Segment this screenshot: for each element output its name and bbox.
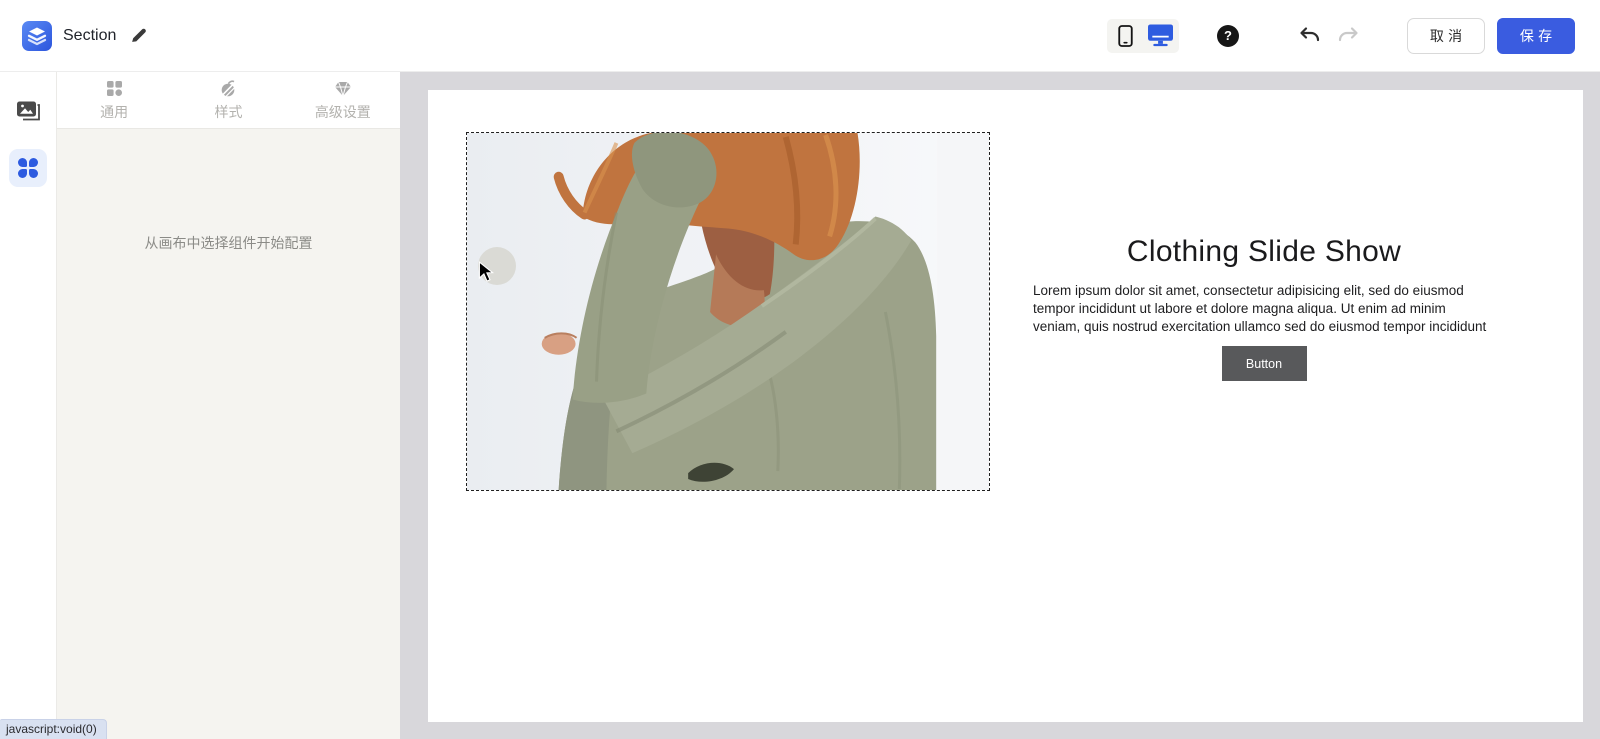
topbar: Section ? (0, 0, 1600, 72)
slide-button-row: Button (1033, 346, 1495, 381)
slide-paragraph[interactable]: Lorem ipsum dolor sit amet, consectetur … (1033, 282, 1495, 336)
smartphone-icon (1118, 24, 1133, 48)
sidebar-item-components[interactable] (9, 149, 47, 187)
tab-general-label: 通用 (100, 102, 128, 122)
help-button[interactable]: ? (1217, 25, 1239, 47)
redo-icon[interactable] (1337, 24, 1361, 48)
pencil-icon[interactable] (130, 27, 147, 44)
tab-advanced[interactable]: 高级设置 (286, 72, 400, 128)
desktop-preview-button[interactable] (1144, 21, 1176, 51)
page-title: Section (63, 27, 116, 45)
gem-icon (334, 81, 352, 97)
tab-style[interactable]: 样式 (171, 72, 285, 128)
monitor-icon (1148, 24, 1173, 47)
device-toggle (1107, 19, 1179, 53)
sidebar-item-media[interactable] (15, 100, 41, 127)
image-icon (15, 100, 41, 122)
brush-icon (219, 80, 237, 97)
editor-canvas: Clothing Slide Show Lorem ipsum dolor si… (400, 72, 1600, 739)
save-button-label: 保存 (1516, 26, 1557, 46)
topbar-actions: ? 取消 保存 (1107, 18, 1600, 54)
panel-empty-message: 从画布中选择组件开始配置 (57, 233, 400, 253)
cancel-button[interactable]: 取消 (1407, 18, 1485, 54)
mobile-preview-button[interactable] (1110, 21, 1142, 51)
question-glyph: ? (1224, 28, 1232, 43)
sidebar-rail (0, 72, 57, 739)
canvas-page[interactable]: Clothing Slide Show Lorem ipsum dolor si… (428, 90, 1583, 722)
tab-general[interactable]: 通用 (57, 72, 171, 128)
slide-button[interactable]: Button (1222, 346, 1307, 381)
slide-heading[interactable]: Clothing Slide Show (1033, 235, 1495, 269)
undo-icon[interactable] (1297, 24, 1321, 48)
layers-icon (22, 21, 52, 51)
brand: Section (0, 21, 147, 51)
cancel-button-label: 取消 (1426, 26, 1467, 46)
slide-image-component[interactable] (466, 132, 990, 491)
cursor-arrow-icon (477, 261, 495, 283)
four-petals-icon (18, 158, 38, 178)
model-photo (467, 133, 989, 490)
config-panel: 通用 样式 高级设置 从画布中选择组件开始配置 (57, 72, 400, 739)
grid-icon (106, 80, 123, 97)
save-button[interactable]: 保存 (1497, 18, 1575, 54)
panel-tabs: 通用 样式 高级设置 (57, 72, 400, 129)
status-link-hint: javascript:void(0) (0, 719, 107, 739)
slide-text-column: Clothing Slide Show Lorem ipsum dolor si… (1033, 235, 1495, 381)
tab-style-label: 样式 (214, 102, 242, 122)
tab-advanced-label: 高级设置 (315, 102, 371, 122)
